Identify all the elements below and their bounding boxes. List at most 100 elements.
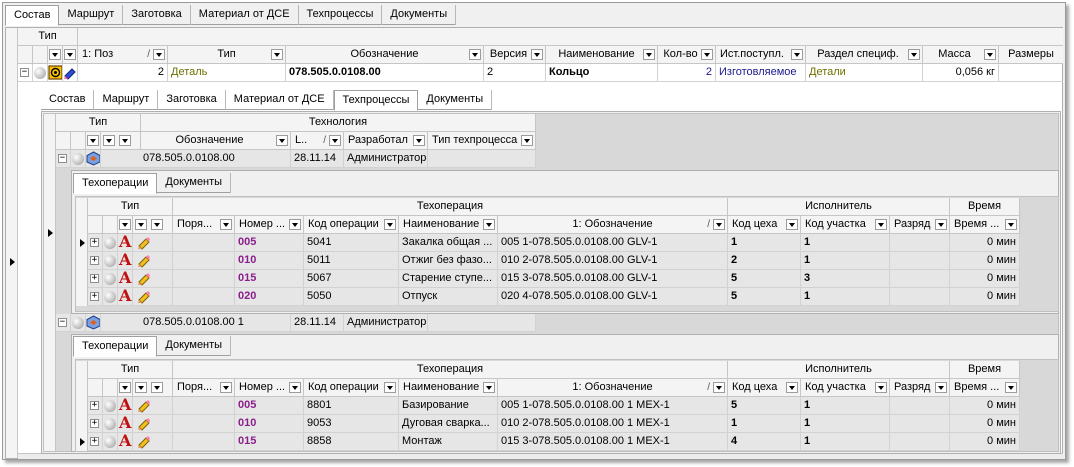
- op-cell-time[interactable]: 0 мин: [950, 234, 1020, 252]
- chevron-down-icon[interactable]: [701, 49, 713, 60]
- op-cell-number[interactable]: 020: [235, 288, 304, 306]
- op-cell-number[interactable]: 015: [235, 270, 304, 288]
- inner-tab-material[interactable]: Материал от ДСЕ: [226, 90, 334, 110]
- outer-col-qty[interactable]: Кол-во: [658, 46, 716, 64]
- op-cell-grade[interactable]: [890, 288, 950, 306]
- op-col-5[interactable]: Код цеха: [728, 216, 801, 234]
- tp-cell-type[interactable]: [428, 150, 536, 168]
- tab-composition[interactable]: Состав: [5, 5, 60, 26]
- op-cell-code[interactable]: 8858: [304, 433, 399, 451]
- inner-tab-documents[interactable]: Документы: [418, 90, 493, 110]
- chevron-down-icon[interactable]: [103, 135, 115, 146]
- op-cell-order[interactable]: [173, 252, 235, 270]
- chevron-down-icon[interactable]: [469, 49, 481, 60]
- op-cell-area[interactable]: 1: [801, 252, 890, 270]
- op-col-1[interactable]: Номер ...: [235, 216, 304, 234]
- chevron-down-icon[interactable]: [713, 219, 725, 230]
- tp-col-author[interactable]: Разработал: [344, 132, 428, 150]
- op-cell-code[interactable]: 5067: [304, 270, 399, 288]
- expand-icon[interactable]: +: [90, 437, 99, 446]
- op-cell-order[interactable]: [173, 397, 235, 415]
- chevron-down-icon[interactable]: [786, 219, 798, 230]
- op-cell-time[interactable]: 0 мин: [950, 252, 1020, 270]
- op-cell-name[interactable]: Закалка общая ...: [399, 234, 498, 252]
- outer-header-icon2[interactable]: [63, 46, 78, 64]
- chevron-down-icon[interactable]: [713, 382, 725, 393]
- chevron-down-icon[interactable]: [935, 219, 947, 230]
- op-col-4[interactable]: 1: Обозначение /: [498, 216, 728, 234]
- op-cell-shop[interactable]: 5: [728, 288, 801, 306]
- chevron-down-icon[interactable]: [135, 382, 147, 393]
- chevron-down-icon[interactable]: [643, 49, 655, 60]
- op-cell-code[interactable]: 8801: [304, 397, 399, 415]
- op-cell-order[interactable]: [173, 433, 235, 451]
- op-cell-number[interactable]: 015: [235, 433, 304, 451]
- op-cell-designation[interactable]: 020 4-078.505.0.0108.00 GLV-1: [498, 288, 728, 306]
- op-col-3[interactable]: Наименование: [399, 216, 498, 234]
- op-cell-order[interactable]: [173, 288, 235, 306]
- chevron-down-icon[interactable]: [271, 49, 283, 60]
- op-col-3[interactable]: Наименование: [399, 379, 498, 397]
- op-cell-time[interactable]: 0 мин: [950, 288, 1020, 306]
- chevron-down-icon[interactable]: [119, 219, 131, 230]
- tp-cell-author[interactable]: Администратор: [344, 150, 428, 168]
- op-col-4[interactable]: 1: Обозначение /: [498, 379, 728, 397]
- outer-cell-name[interactable]: Кольцо: [546, 64, 658, 82]
- op-cell-order[interactable]: [173, 415, 235, 433]
- op-cell-designation[interactable]: 015 3-078.505.0.0108.00 GLV-1: [498, 270, 728, 288]
- op-col-8[interactable]: Время ...: [950, 216, 1020, 234]
- op-cell-shop[interactable]: 5: [728, 397, 801, 415]
- op-cell-time[interactable]: 0 мин: [950, 270, 1020, 288]
- op-cell-designation[interactable]: 005 1-078.505.0.0108.00 1 MEX-1: [498, 397, 728, 415]
- op-cell-number[interactable]: 010: [235, 415, 304, 433]
- op-cell-grade[interactable]: [890, 234, 950, 252]
- op-cell-code[interactable]: 5011: [304, 252, 399, 270]
- op-cell-name[interactable]: Дуговая сварка...: [399, 415, 498, 433]
- op-cell-shop[interactable]: 1: [728, 415, 801, 433]
- outer-col-name[interactable]: Наименование: [546, 46, 658, 64]
- op-cell-designation[interactable]: 015 3-078.505.0.0108.00 1 MEX-1: [498, 433, 728, 451]
- chevron-down-icon[interactable]: [875, 219, 887, 230]
- outer-cell-qty[interactable]: 2: [658, 64, 716, 82]
- chevron-down-icon[interactable]: [1005, 219, 1017, 230]
- outer-cell-source[interactable]: Изготовляемое: [716, 64, 806, 82]
- op-cell-code[interactable]: 9053: [304, 415, 399, 433]
- op-cell-area[interactable]: 1: [801, 397, 890, 415]
- op-cell-number[interactable]: 010: [235, 252, 304, 270]
- chevron-down-icon[interactable]: [384, 219, 396, 230]
- chevron-down-icon[interactable]: [135, 219, 147, 230]
- chevron-down-icon[interactable]: [413, 135, 425, 146]
- tab-op-documents[interactable]: Документы: [157, 336, 232, 356]
- chevron-down-icon[interactable]: [64, 49, 76, 60]
- chevron-down-icon[interactable]: [289, 382, 301, 393]
- op-cell-number[interactable]: 005: [235, 234, 304, 252]
- inner-tab-techprocesses[interactable]: Техпроцессы: [333, 90, 419, 111]
- op-cell-time[interactable]: 0 мин: [950, 397, 1020, 415]
- chevron-down-icon[interactable]: [87, 135, 99, 146]
- op-col-6[interactable]: Код участка: [801, 216, 890, 234]
- op-col-2[interactable]: Код операции: [304, 379, 399, 397]
- op-cell-area[interactable]: 1: [801, 288, 890, 306]
- tab-techprocesses[interactable]: Техпроцессы: [299, 5, 383, 25]
- op-cell-grade[interactable]: [890, 397, 950, 415]
- outer-cell-section[interactable]: Детали: [806, 64, 923, 82]
- op-cell-name[interactable]: Отжиг без фазо...: [399, 252, 498, 270]
- tab-blank[interactable]: Заготовка: [123, 5, 191, 25]
- outer-col-version[interactable]: Версия: [484, 46, 546, 64]
- outer-col-designation[interactable]: Обозначение: [286, 46, 484, 64]
- tp-cell-date[interactable]: 28.11.14: [291, 314, 344, 332]
- expand-icon[interactable]: +: [90, 274, 99, 283]
- op-col-7[interactable]: Разряд: [890, 216, 950, 234]
- chevron-down-icon[interactable]: [483, 382, 495, 393]
- op-cell-time[interactable]: 0 мин: [950, 433, 1020, 451]
- op-col-0[interactable]: Поря...: [173, 216, 235, 234]
- inner-tab-route[interactable]: Маршрут: [94, 90, 159, 110]
- outer-cell-version[interactable]: 2: [484, 64, 546, 82]
- chevron-down-icon[interactable]: [119, 135, 131, 146]
- chevron-down-icon[interactable]: [151, 382, 163, 393]
- op-cell-designation[interactable]: 005 1-078.505.0.0108.00 GLV-1: [498, 234, 728, 252]
- expand-icon[interactable]: +: [90, 401, 99, 410]
- collapse-icon[interactable]: −: [20, 68, 29, 77]
- op-cell-order[interactable]: [173, 234, 235, 252]
- collapse-icon[interactable]: −: [58, 318, 67, 327]
